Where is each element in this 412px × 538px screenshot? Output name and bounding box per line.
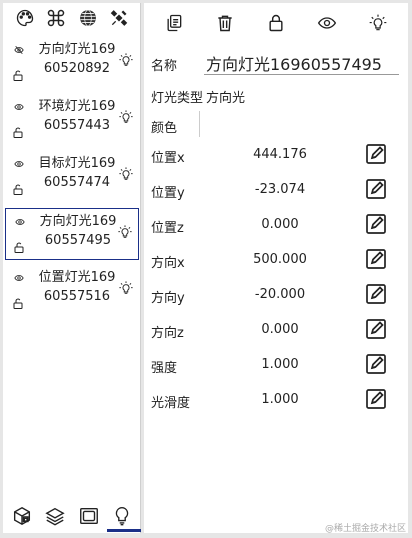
layers-icon[interactable] — [44, 505, 66, 527]
light-name: 方向灯光169 60520892 — [38, 42, 116, 76]
light-name: 目标灯光169 60557474 — [38, 156, 116, 190]
properties-toolbar — [144, 5, 408, 41]
edit-icon[interactable] — [363, 316, 389, 342]
light-list-item[interactable]: 方向灯光169 60520892 — [5, 37, 139, 89]
property-label: 方向z — [151, 326, 184, 341]
light-list-item[interactable]: 位置灯光169 60557516 — [5, 265, 139, 317]
copy-icon[interactable] — [163, 12, 185, 34]
color-swatch[interactable] — [199, 111, 200, 137]
property-label: 位置x — [151, 151, 185, 166]
edit-icon[interactable] — [363, 141, 389, 167]
name-label: 名称 — [151, 59, 178, 74]
property-row: 方向y -20.000 — [144, 281, 408, 309]
edit-icon[interactable] — [363, 211, 389, 237]
property-label: 位置z — [151, 221, 184, 236]
light-type-label: 灯光类型 — [151, 91, 204, 106]
property-row: 位置z 0.000 — [144, 211, 408, 239]
property-row: 位置y -23.074 — [144, 176, 408, 204]
model-icon[interactable] — [11, 505, 33, 527]
light-type-row: 灯光类型 方向光 — [144, 85, 408, 107]
unlock-icon[interactable] — [12, 181, 24, 195]
eye-off-icon[interactable] — [12, 40, 26, 55]
left-toolbar — [3, 3, 141, 33]
delete-icon[interactable] — [214, 12, 236, 34]
edit-icon[interactable] — [363, 176, 389, 202]
unlock-icon[interactable] — [12, 67, 24, 81]
property-row: 强度 1.000 — [144, 351, 408, 379]
property-label: 强度 — [151, 361, 178, 376]
property-label: 光滑度 — [151, 396, 191, 411]
light-list-item[interactable]: 目标灯光169 60557474 — [5, 151, 139, 203]
property-row: 光滑度 1.000 — [144, 386, 408, 414]
property-value: 444.176 — [253, 147, 307, 162]
property-value: 500.000 — [253, 252, 307, 267]
clover-icon[interactable] — [45, 7, 67, 29]
bulb-icon[interactable] — [367, 12, 389, 34]
unlock-icon[interactable] — [12, 124, 24, 138]
light-list-panel: 方向灯光169 60520892 环境灯光169 60557443 目标灯光16… — [3, 3, 141, 533]
edit-icon[interactable] — [363, 386, 389, 412]
satellite-icon[interactable] — [108, 7, 130, 29]
property-row: 方向z 0.000 — [144, 316, 408, 344]
property-value: -23.074 — [254, 182, 306, 197]
property-label: 位置y — [151, 186, 185, 201]
eye-icon[interactable] — [13, 212, 27, 225]
app-frame: 方向灯光169 60520892 环境灯光169 60557443 目标灯光16… — [0, 0, 412, 538]
name-row: 名称 方向灯光16960557495 — [144, 49, 408, 77]
property-value: 0.000 — [261, 217, 299, 232]
light-name: 位置灯光169 60557516 — [38, 270, 116, 304]
property-value: 1.000 — [261, 392, 299, 407]
unlock-icon[interactable] — [12, 295, 24, 309]
color-label: 颜色 — [151, 121, 178, 136]
light-list: 方向灯光169 60520892 环境灯光169 60557443 目标灯光16… — [3, 37, 141, 322]
watermark: @稀土掘金技术社区 — [324, 524, 406, 534]
properties-panel: 名称 方向灯光16960557495 灯光类型 方向光 颜色 位置x 444.1… — [144, 3, 408, 533]
color-row: 颜色 — [144, 111, 408, 137]
property-row: 位置x 444.176 — [144, 141, 408, 169]
lock-icon[interactable] — [265, 12, 287, 34]
edit-icon[interactable] — [363, 281, 389, 307]
light-list-item[interactable]: 环境灯光169 60557443 — [5, 94, 139, 146]
property-label: 方向x — [151, 256, 185, 271]
edit-icon[interactable] — [363, 351, 389, 377]
frame-icon[interactable] — [78, 505, 100, 527]
eye-icon[interactable] — [12, 154, 26, 167]
light-type-value[interactable]: 方向光 — [206, 87, 245, 106]
property-row: 方向x 500.000 — [144, 246, 408, 274]
eye-icon[interactable] — [12, 97, 26, 110]
eye-icon[interactable] — [12, 268, 26, 281]
light-name: 方向灯光169 60557495 — [39, 214, 117, 248]
property-value: 0.000 — [261, 322, 299, 337]
name-input[interactable]: 方向灯光16960557495 — [204, 49, 399, 75]
light-name: 环境灯光169 60557443 — [38, 99, 116, 133]
palette-icon[interactable] — [14, 7, 36, 29]
globe-icon[interactable] — [77, 7, 99, 29]
unlock-icon[interactable] — [13, 239, 25, 253]
eye-icon[interactable] — [316, 12, 338, 34]
light-list-item[interactable]: 方向灯光169 60557495 — [5, 208, 139, 260]
active-tab-indicator — [107, 529, 141, 532]
bottom-tab-bar — [3, 499, 141, 533]
property-value: 1.000 — [261, 357, 299, 372]
edit-icon[interactable] — [363, 246, 389, 272]
property-value: -20.000 — [254, 287, 306, 302]
light-bulb-icon[interactable] — [111, 505, 133, 527]
property-label: 方向y — [151, 291, 185, 306]
